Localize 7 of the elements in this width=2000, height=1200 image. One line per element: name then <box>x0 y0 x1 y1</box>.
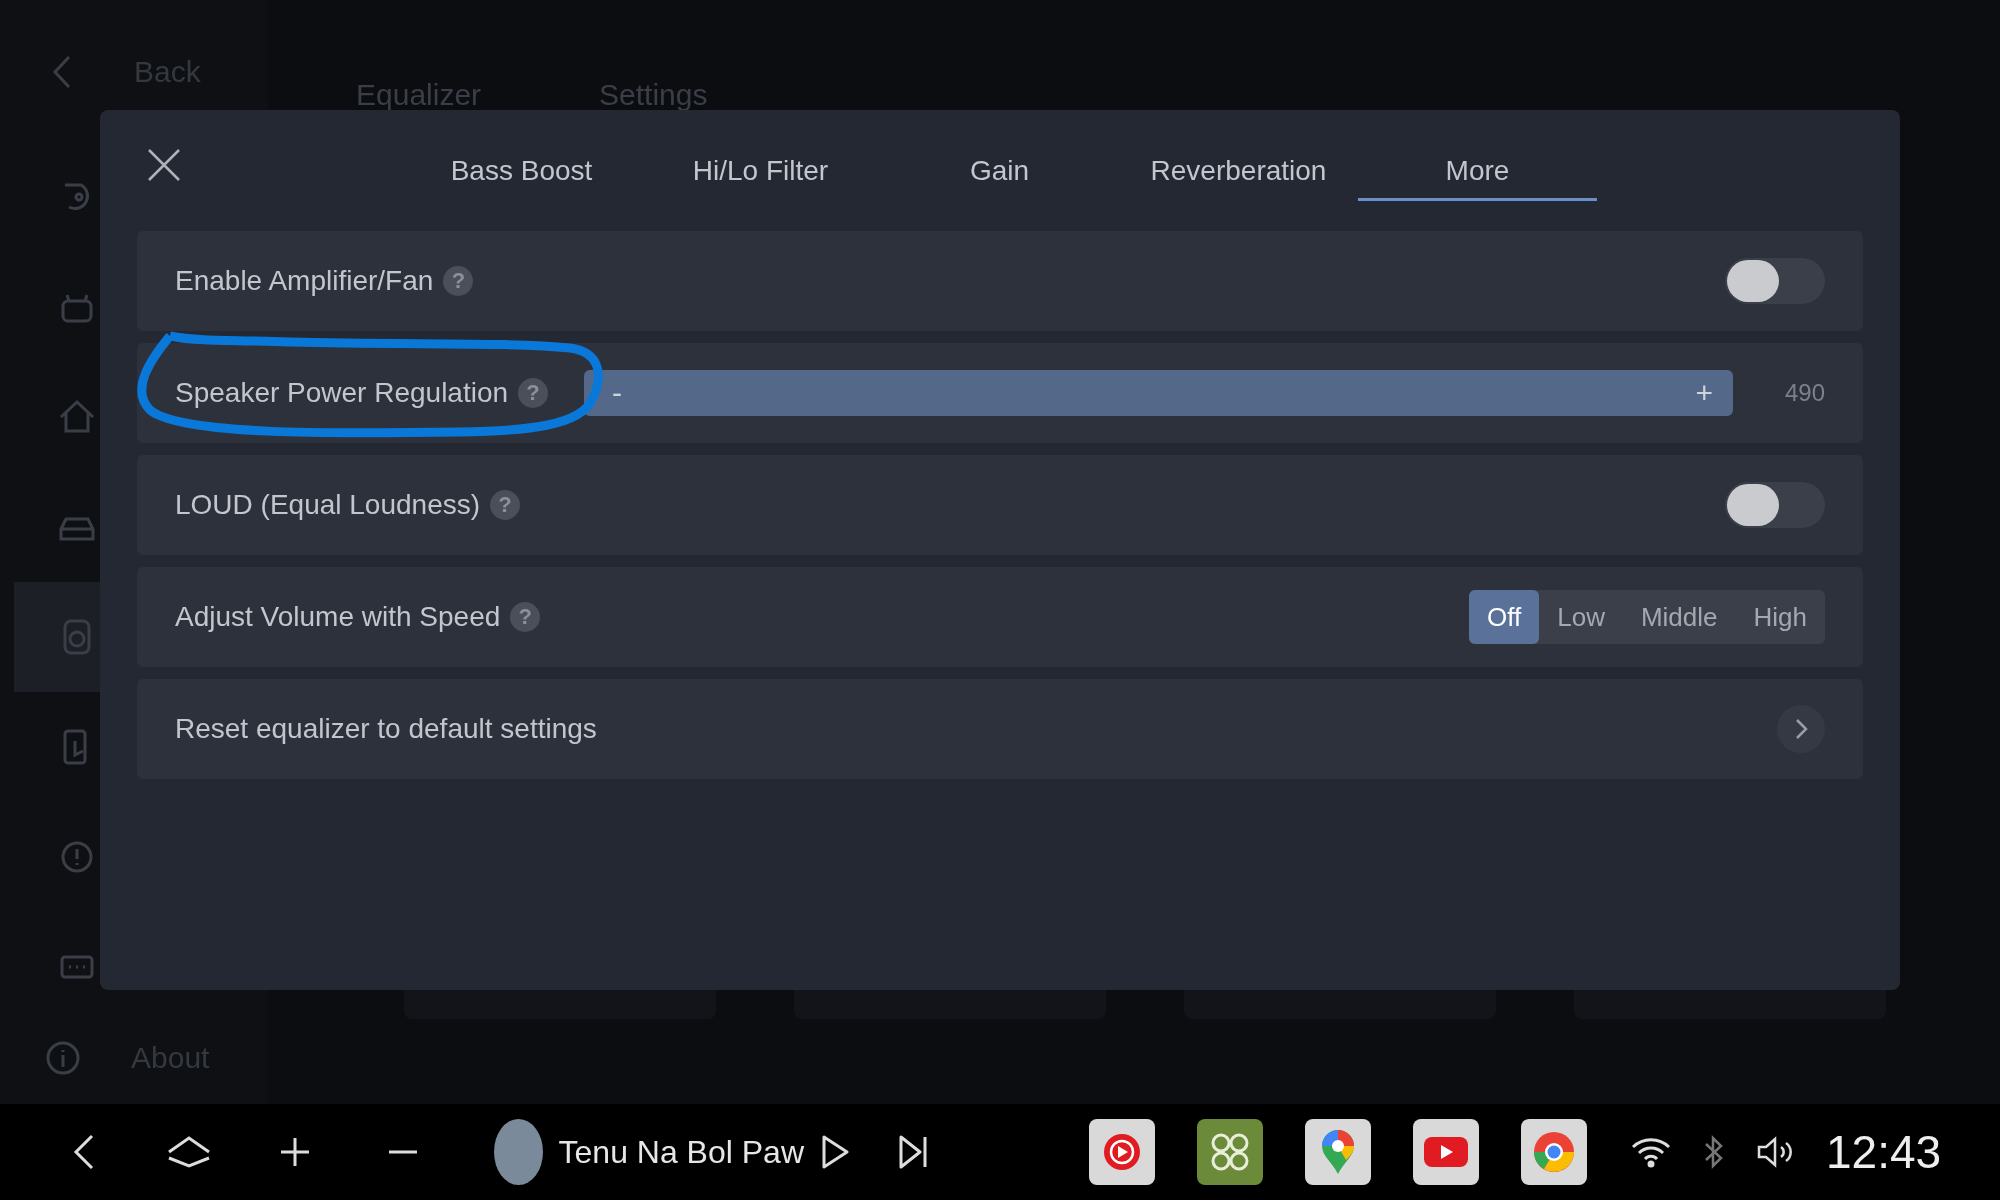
setting-label: Speaker Power Regulation <box>175 377 509 409</box>
setting-label: Reset equalizer to default settings <box>175 713 597 745</box>
setting-label: Adjust Volume with Speed <box>175 601 501 633</box>
setting-label: LOUD (Equal Loudness) <box>175 489 481 521</box>
slider-value: 490 <box>1783 379 1825 407</box>
clock: 12:43 <box>1826 1125 1942 1179</box>
setting-label: Enable Amplifier/Fan <box>175 265 434 297</box>
